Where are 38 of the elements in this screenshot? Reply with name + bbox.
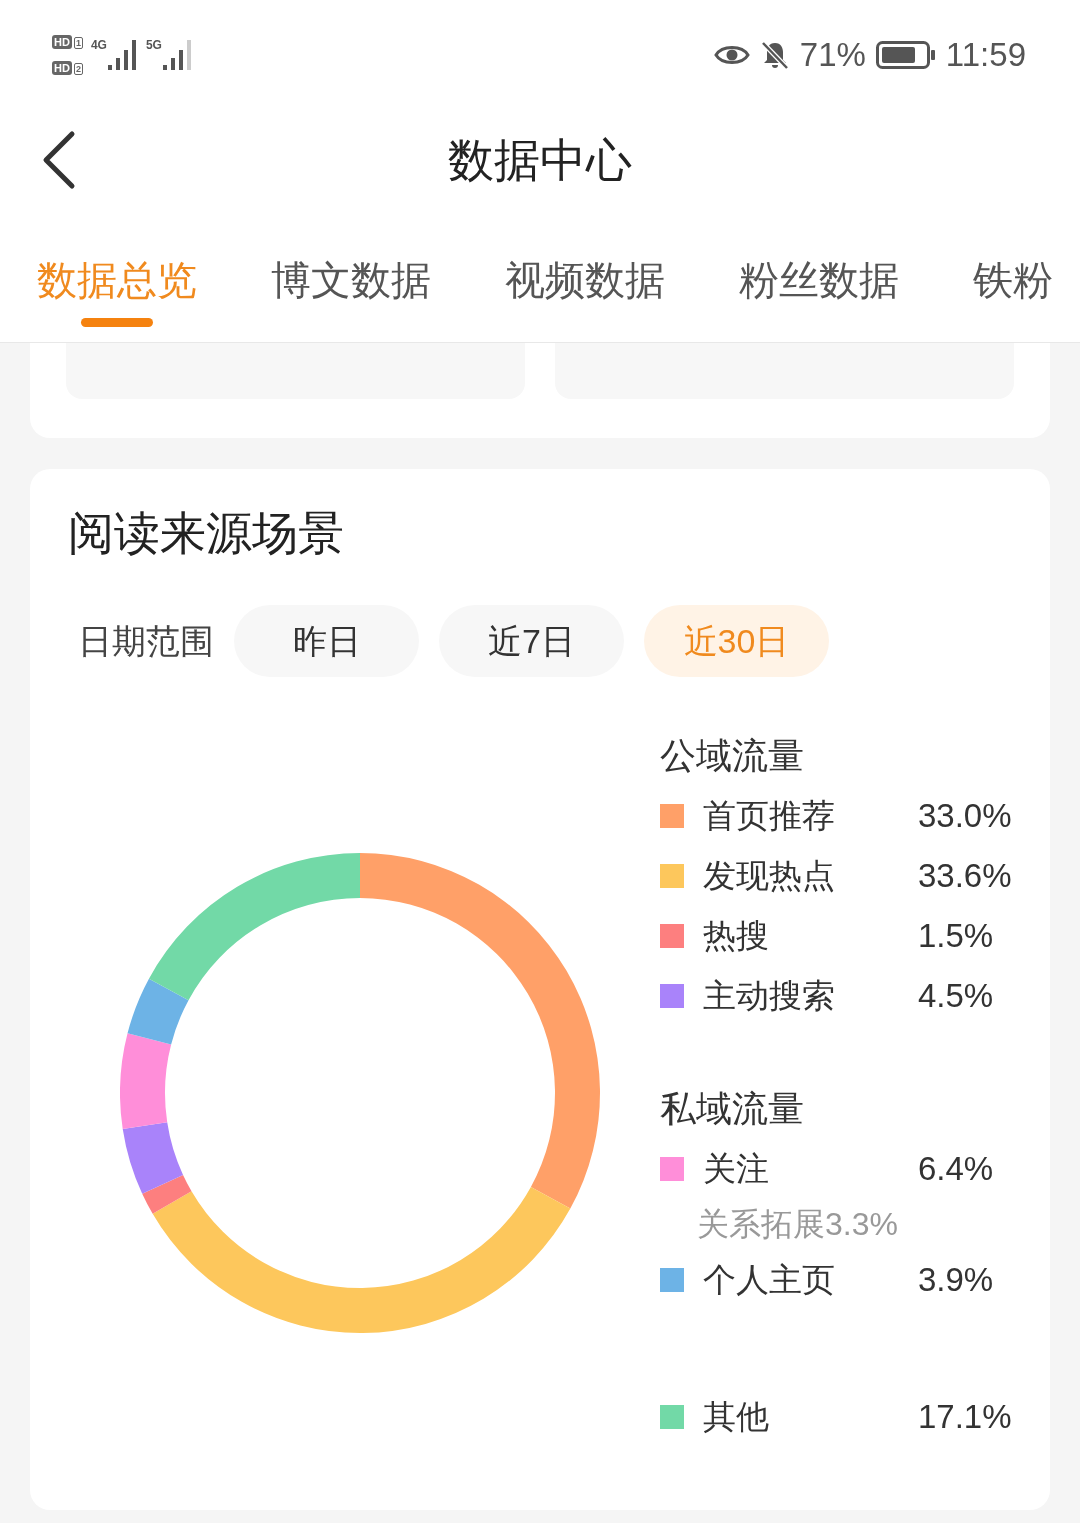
page-title: 数据中心 bbox=[448, 133, 632, 188]
sim-slot-label: 2 bbox=[73, 63, 83, 75]
hd-label: HD bbox=[52, 35, 72, 49]
bell-off-icon bbox=[759, 40, 790, 70]
legend-label: 首页推荐 bbox=[703, 796, 836, 836]
legend-label: 关注 bbox=[703, 1149, 770, 1189]
sim-slot-label: 1 bbox=[73, 37, 83, 49]
legend-group-title: 私域流量 bbox=[660, 1087, 804, 1131]
battery-percentage: 71% bbox=[799, 36, 866, 74]
network-type-label: 4G bbox=[90, 38, 107, 52]
legend-label: 个人主页 bbox=[703, 1260, 836, 1300]
legend-value: 33.0% bbox=[918, 796, 1012, 836]
clock-time: 11:59 bbox=[945, 36, 1026, 74]
date-range-option[interactable]: 近7日 bbox=[439, 605, 624, 677]
legend-label: 发现热点 bbox=[703, 856, 836, 896]
legend-value: 1.5% bbox=[918, 916, 994, 956]
battery-icon bbox=[875, 41, 936, 69]
legend-value: 6.4% bbox=[918, 1149, 994, 1189]
tab[interactable]: 视频数据 bbox=[505, 256, 665, 327]
date-range-option[interactable]: 昨日 bbox=[234, 605, 419, 677]
legend-note: 关系拓展3.3% bbox=[697, 1205, 898, 1244]
legend-group-title: 公域流量 bbox=[660, 734, 804, 778]
hd-label: HD bbox=[52, 61, 72, 75]
legend-label: 热搜 bbox=[703, 916, 770, 956]
legend-label: 其他 bbox=[703, 1397, 770, 1437]
date-range-label: 日期范围 bbox=[78, 621, 214, 662]
tab[interactable]: 粉丝数据 bbox=[739, 256, 899, 327]
legend-value: 33.6% bbox=[918, 856, 1012, 896]
legend-label: 主动搜索 bbox=[703, 976, 836, 1016]
network-type-label: 5G bbox=[145, 38, 162, 52]
tab[interactable]: 铁粉 bbox=[973, 256, 1053, 327]
tab[interactable]: 博文数据 bbox=[271, 256, 431, 327]
signal-icon bbox=[162, 38, 193, 72]
legend-value: 17.1% bbox=[918, 1397, 1012, 1437]
section-title: 阅读来源场景 bbox=[68, 506, 344, 561]
legend-value: 4.5% bbox=[918, 976, 994, 1016]
legend-value: 3.9% bbox=[918, 1260, 994, 1300]
signal-icon bbox=[107, 38, 138, 72]
